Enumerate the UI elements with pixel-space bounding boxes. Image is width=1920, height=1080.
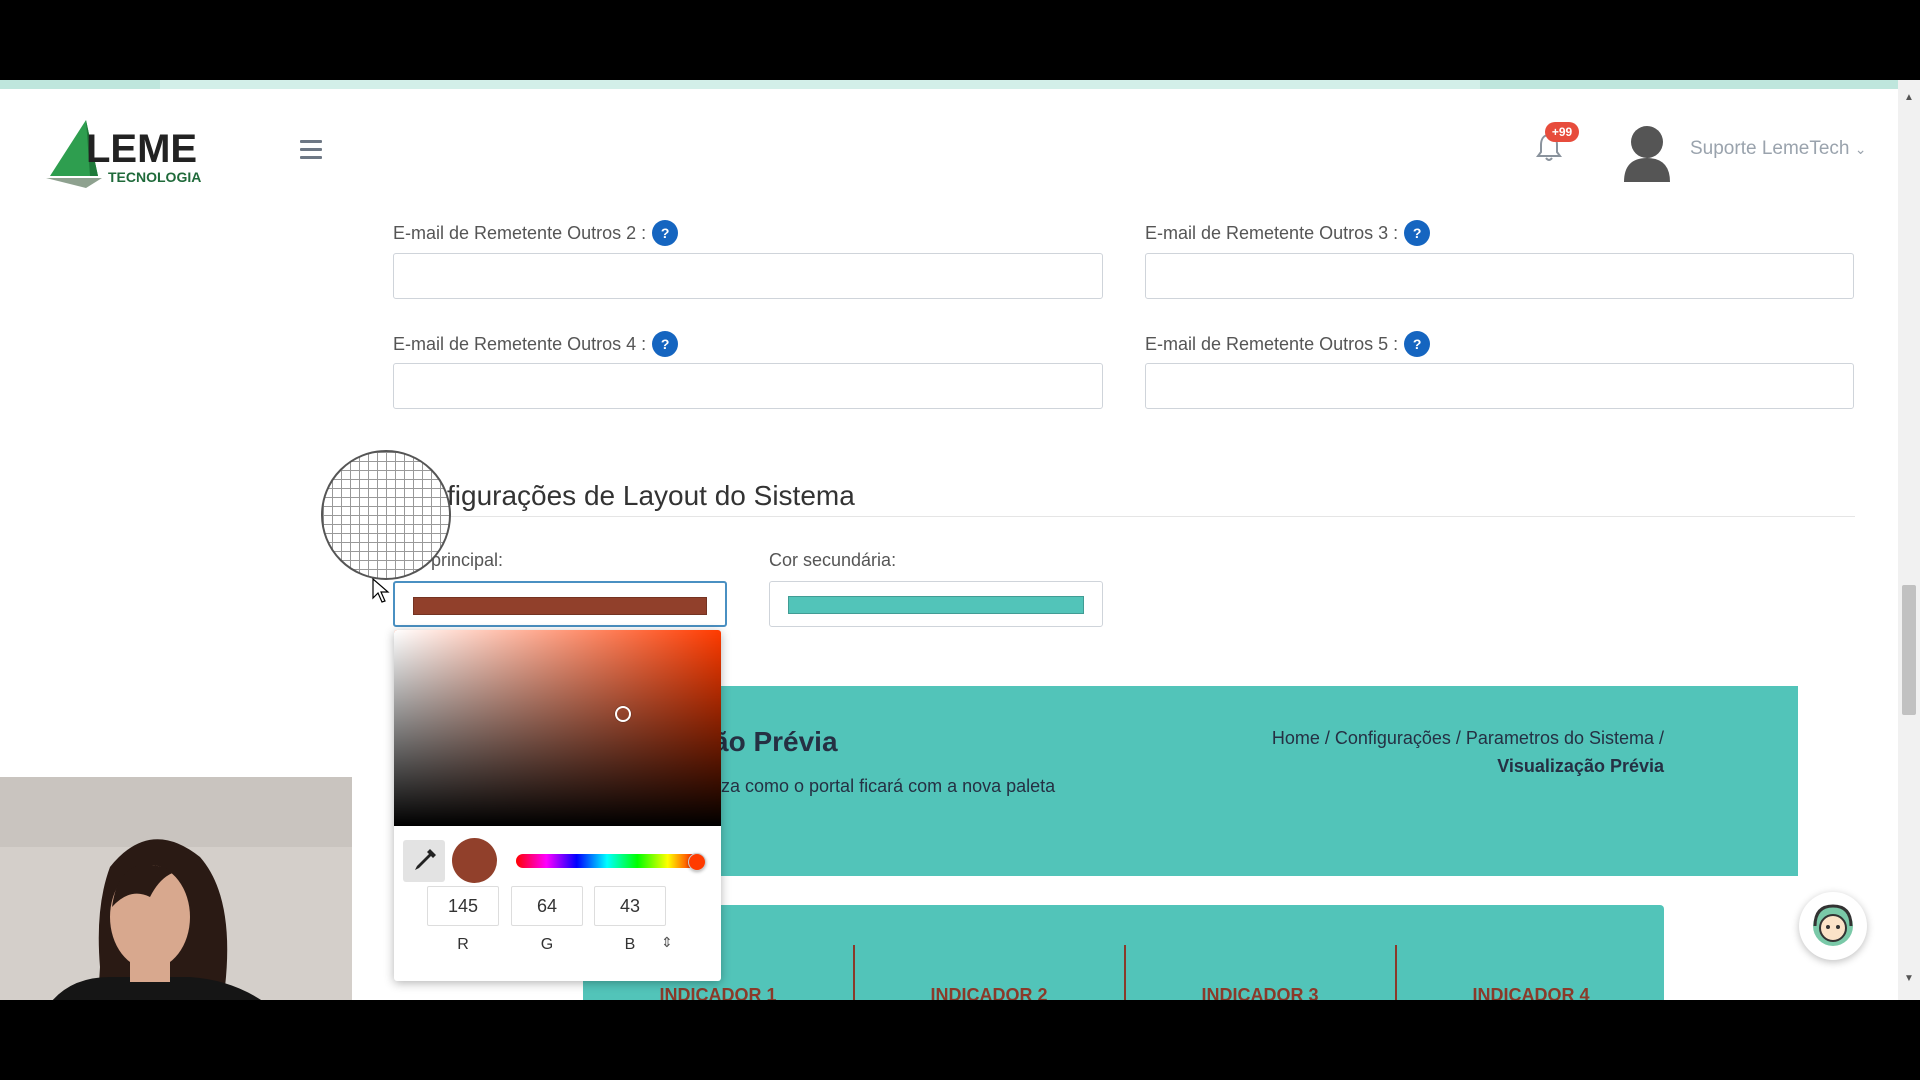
color-picker-popover: 145 64 43 R G B ⇕ — [394, 630, 721, 981]
blue-input[interactable]: 43 — [594, 886, 666, 926]
indicator-3-label: INDICADOR 3 — [1201, 985, 1319, 1000]
indicator-2-label: INDICADOR 2 — [930, 985, 1048, 1000]
help-icon[interactable]: ? — [1404, 331, 1431, 357]
saturation-area[interactable] — [394, 630, 721, 826]
email-outros-5-label: E-mail de Remetente Outros 5 : ? — [1145, 331, 1431, 357]
primary-color-input[interactable] — [393, 581, 727, 627]
user-menu[interactable]: Suporte LemeTech ⌄ — [1690, 138, 1867, 160]
browser-viewport: LEME TECNOLOGIA +99 Suporte LemeTech ⌄ E… — [0, 80, 1920, 1000]
page-scrollbar[interactable]: ▲ ▼ — [1898, 80, 1920, 1000]
support-chat-icon[interactable] — [1799, 892, 1867, 960]
top-accent-bar — [0, 80, 1920, 89]
primary-color-swatch — [413, 597, 707, 615]
indicator-4-label: INDICADOR 4 — [1472, 985, 1590, 1000]
help-icon[interactable]: ? — [1404, 220, 1431, 246]
secondary-color-label: Cor secundária: — [769, 550, 897, 570]
email-outros-3-input[interactable] — [1145, 253, 1854, 299]
logo-subtext: TECNOLOGIA — [108, 169, 201, 185]
preview-title: ão Prévia — [713, 726, 838, 757]
user-name-label: Suporte LemeTech — [1690, 138, 1850, 159]
scroll-thumb[interactable] — [1902, 585, 1916, 715]
webcam-overlay — [0, 777, 352, 1000]
indicator-panel: INDICADOR 1 INDICADOR 2 INDICADOR 3 INDI… — [583, 905, 1664, 1000]
breadcrumb: Home / Configurações / Parametros do Sis… — [1272, 724, 1664, 780]
current-color-swatch — [452, 838, 497, 883]
magnifier-loupe — [321, 450, 451, 580]
help-icon[interactable]: ? — [652, 220, 679, 246]
hue-slider[interactable] — [516, 854, 698, 868]
preview-banner: ão Prévia liza como o portal ficará com … — [583, 686, 1798, 876]
eyedropper-icon[interactable] — [403, 840, 445, 882]
email-outros-4-label: E-mail de Remetente Outros 4 : ? — [393, 331, 679, 357]
indicator-1-label: INDICADOR 1 — [659, 985, 777, 1000]
secondary-color-swatch — [788, 596, 1084, 614]
user-avatar-icon[interactable] — [1622, 124, 1672, 182]
primary-color-label: principal: — [431, 550, 504, 570]
logo-wordmark: LEME — [86, 127, 197, 171]
scroll-down-arrow[interactable]: ▼ — [1904, 973, 1914, 984]
red-input[interactable]: 145 — [427, 886, 499, 926]
chevron-down-icon: ⌄ — [1854, 141, 1867, 157]
email-outros-3-label: E-mail de Remetente Outros 3 : ? — [1145, 220, 1431, 246]
menu-toggle-icon[interactable] — [300, 140, 322, 160]
email-outros-2-label: E-mail de Remetente Outros 2 : ? — [393, 220, 679, 246]
breadcrumb-path[interactable]: Home / Configurações / Parametros do Sis… — [1272, 724, 1664, 752]
green-input[interactable]: 64 — [511, 886, 583, 926]
layout-section-title: figurações de Layout do Sistema — [447, 480, 855, 511]
breadcrumb-current: Visualização Prévia — [1497, 756, 1664, 776]
format-toggle-icon[interactable]: ⇕ — [661, 934, 673, 951]
notification-badge: +99 — [1545, 122, 1579, 142]
mouse-cursor-icon — [372, 578, 390, 603]
green-label: G — [540, 936, 554, 953]
secondary-color-input[interactable] — [769, 581, 1103, 627]
help-icon[interactable]: ? — [652, 331, 679, 357]
scroll-up-arrow[interactable]: ▲ — [1904, 92, 1914, 103]
presenter-video — [0, 777, 352, 1000]
hue-slider-thumb[interactable] — [688, 853, 707, 871]
email-outros-2-input[interactable] — [393, 253, 1103, 299]
section-divider — [393, 516, 1855, 517]
email-outros-5-input[interactable] — [1145, 363, 1854, 409]
red-label: R — [457, 936, 469, 953]
blue-label: B — [624, 936, 636, 953]
leme-logo: LEME TECNOLOGIA — [46, 120, 201, 188]
preview-subtitle: liza como o portal ficará com a nova pal… — [713, 776, 1056, 796]
email-outros-4-input[interactable] — [393, 363, 1103, 409]
